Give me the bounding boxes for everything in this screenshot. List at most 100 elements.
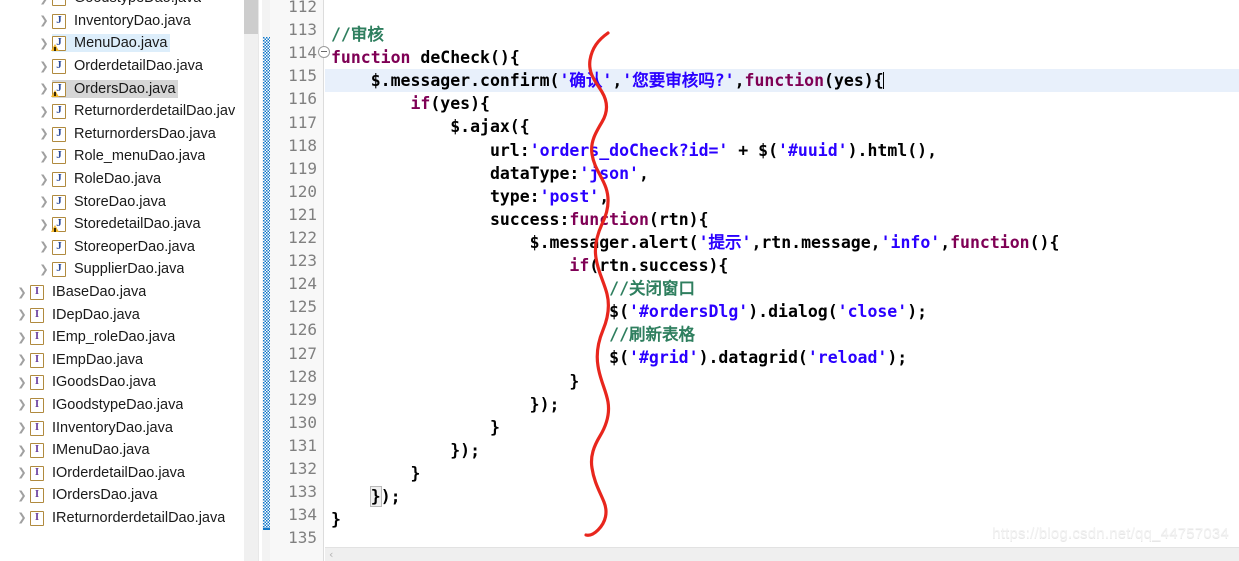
chevron-right-icon[interactable]: ❯ xyxy=(36,151,52,162)
code-line[interactable]: }); xyxy=(325,485,1239,508)
project-file-tree[interactable]: ❯ GoodstypeDao.java ❯ InventoryDao.java ❯ Men… xyxy=(0,0,262,529)
tree-item-content[interactable]: GoodstypeDao.java xyxy=(52,0,203,7)
tree-item[interactable]: ❯ StoreoperDao.java xyxy=(0,236,262,259)
tree-item[interactable]: ❯ StoreDao.java xyxy=(0,190,262,213)
code-line[interactable]: $('#grid').datagrid('reload'); xyxy=(325,346,1239,369)
tree-item-content[interactable]: Role_menuDao.java xyxy=(52,147,207,165)
tree-item-content[interactable]: IMenuDao.java xyxy=(30,441,152,459)
tree-item-content[interactable]: RoleDao.java xyxy=(52,170,163,188)
tree-item-content[interactable]: IGoodsDao.java xyxy=(30,373,158,391)
tree-item-content[interactable]: IInventoryDao.java xyxy=(30,419,175,437)
code-line[interactable]: $('#ordersDlg').dialog('close'); xyxy=(325,300,1239,323)
chevron-right-icon[interactable]: ❯ xyxy=(14,287,30,298)
code-line[interactable]: type:'post', xyxy=(325,185,1239,208)
sidebar-vertical-scrollbar[interactable] xyxy=(244,0,258,561)
tree-item[interactable]: ❯ GoodstypeDao.java xyxy=(0,0,262,10)
chevron-right-icon[interactable]: ❯ xyxy=(36,196,52,207)
tree-item-content[interactable]: InventoryDao.java xyxy=(52,12,193,30)
tree-item[interactable]: ❯ ReturnordersDao.java xyxy=(0,123,262,146)
tree-item-content[interactable]: IOrderdetailDao.java xyxy=(30,464,187,482)
code-line[interactable]: dataType:'json', xyxy=(325,162,1239,185)
code-line[interactable]: $.ajax({ xyxy=(325,115,1239,138)
tree-item[interactable]: ❯ OrdersDao.java xyxy=(0,77,262,100)
tree-item[interactable]: ❯ ReturnorderdetailDao.jav xyxy=(0,100,262,123)
tree-item[interactable]: ❯ OrderdetailDao.java xyxy=(0,55,262,78)
tree-item-content[interactable]: MenuDao.java xyxy=(51,34,170,53)
tree-item[interactable]: ❯ IOrdersDao.java xyxy=(0,484,262,507)
tree-item[interactable]: ❯ IInventoryDao.java xyxy=(0,416,262,439)
chevron-right-icon[interactable]: ❯ xyxy=(14,377,30,388)
chevron-right-icon[interactable]: ❯ xyxy=(36,38,52,49)
chevron-right-icon[interactable]: ❯ xyxy=(36,106,52,117)
code-text-area[interactable]: //审核 function deCheck(){ $.messager.confi… xyxy=(325,0,1239,547)
tree-item-content[interactable]: ReturnorderdetailDao.jav xyxy=(52,102,237,120)
tree-item-content[interactable]: IEmpDao.java xyxy=(30,351,145,369)
tree-item-content[interactable]: StoredetailDao.java xyxy=(51,215,203,233)
tree-item-content[interactable]: IOrdersDao.java xyxy=(30,486,160,504)
chevron-right-icon[interactable]: ❯ xyxy=(36,61,52,72)
chevron-right-icon[interactable]: ❯ xyxy=(14,512,30,523)
chevron-right-icon[interactable]: ❯ xyxy=(14,445,30,456)
chevron-right-icon[interactable]: ❯ xyxy=(14,309,30,320)
code-line[interactable]: } xyxy=(325,462,1239,485)
code-line[interactable]: }); xyxy=(325,393,1239,416)
tree-item-content[interactable]: SupplierDao.java xyxy=(52,260,186,278)
tree-item[interactable]: ❯ IEmpDao.java xyxy=(0,349,262,372)
code-line[interactable]: }); xyxy=(325,439,1239,462)
chevron-right-icon[interactable]: ❯ xyxy=(36,15,52,26)
scroll-left-arrow-icon[interactable]: ‹ xyxy=(329,549,333,561)
tree-item[interactable]: ❯ IReturnorderdetailDao.java xyxy=(0,507,262,530)
tree-item-content[interactable]: OrdersDao.java xyxy=(51,79,178,98)
code-line[interactable]: } xyxy=(325,370,1239,393)
code-line[interactable]: $.messager.alert('提示',rtn.message,'info'… xyxy=(325,231,1239,254)
chevron-right-icon[interactable]: ❯ xyxy=(36,0,52,4)
tree-item[interactable]: ❯ IBaseDao.java xyxy=(0,281,262,304)
chevron-right-icon[interactable]: ❯ xyxy=(36,219,52,230)
chevron-right-icon[interactable]: ❯ xyxy=(36,174,52,185)
tree-item[interactable]: ❯ Role_menuDao.java xyxy=(0,145,262,168)
tree-item[interactable]: ❯ InventoryDao.java xyxy=(0,10,262,33)
tree-item-content[interactable]: IEmp_roleDao.java xyxy=(30,328,177,346)
code-line[interactable]: url:'orders_doCheck?id=' + $('#uuid').ht… xyxy=(325,139,1239,162)
chevron-right-icon[interactable]: ❯ xyxy=(36,128,52,139)
tree-item[interactable]: ❯ IOrderdetailDao.java xyxy=(0,461,262,484)
tree-item-content[interactable]: IDepDao.java xyxy=(30,306,142,324)
tree-item[interactable]: ❯ IEmp_roleDao.java xyxy=(0,326,262,349)
chevron-right-icon[interactable]: ❯ xyxy=(36,264,52,275)
tree-item[interactable]: ❯ RoleDao.java xyxy=(0,168,262,191)
chevron-right-icon[interactable]: ❯ xyxy=(14,490,30,501)
tree-item[interactable]: ❯ SupplierDao.java xyxy=(0,258,262,281)
code-line[interactable]: if(yes){ xyxy=(325,92,1239,115)
code-line-active[interactable]: $.messager.confirm('确认','您要审核吗?',functio… xyxy=(325,69,1239,93)
tree-item-content[interactable]: ReturnordersDao.java xyxy=(52,125,218,143)
tree-item-content[interactable]: IReturnorderdetailDao.java xyxy=(30,509,227,527)
tree-item-content[interactable]: IBaseDao.java xyxy=(30,283,148,301)
chevron-right-icon[interactable]: ❯ xyxy=(14,422,30,433)
code-line[interactable]: //关闭窗口 xyxy=(325,277,1239,300)
tree-item-content[interactable]: StoreDao.java xyxy=(52,193,168,211)
tree-item[interactable]: ❯ IDepDao.java xyxy=(0,303,262,326)
sidebar-scrollbar-thumb[interactable] xyxy=(244,0,258,34)
chevron-right-icon[interactable]: ❯ xyxy=(14,354,30,365)
tree-item[interactable]: ❯ IGoodstypeDao.java xyxy=(0,394,262,417)
code-line[interactable]: //审核 xyxy=(325,23,1239,46)
chevron-right-icon[interactable]: ❯ xyxy=(36,241,52,252)
tree-item[interactable]: ❯ IMenuDao.java xyxy=(0,439,262,462)
tree-item[interactable]: ❯ StoredetailDao.java xyxy=(0,213,262,236)
editor-horizontal-scrollbar[interactable]: ‹ xyxy=(325,547,1239,561)
chevron-right-icon[interactable]: ❯ xyxy=(36,83,52,94)
chevron-right-icon[interactable]: ❯ xyxy=(14,332,30,343)
chevron-right-icon[interactable]: ❯ xyxy=(14,399,30,410)
tree-item[interactable]: ❯ MenuDao.java xyxy=(0,32,262,55)
code-line[interactable]: success:function(rtn){ xyxy=(325,208,1239,231)
tree-item-content[interactable]: IGoodstypeDao.java xyxy=(30,396,185,414)
code-line[interactable] xyxy=(325,0,1239,23)
tree-item-content[interactable]: OrderdetailDao.java xyxy=(52,57,205,75)
code-line[interactable]: if(rtn.success){ xyxy=(325,254,1239,277)
tree-item[interactable]: ❯ IGoodsDao.java xyxy=(0,371,262,394)
tree-item-content[interactable]: StoreoperDao.java xyxy=(52,238,197,256)
code-line[interactable]: //刷新表格 xyxy=(325,323,1239,346)
chevron-right-icon[interactable]: ❯ xyxy=(14,467,30,478)
code-line[interactable]: } xyxy=(325,416,1239,439)
code-line[interactable]: function deCheck(){ xyxy=(325,46,1239,69)
